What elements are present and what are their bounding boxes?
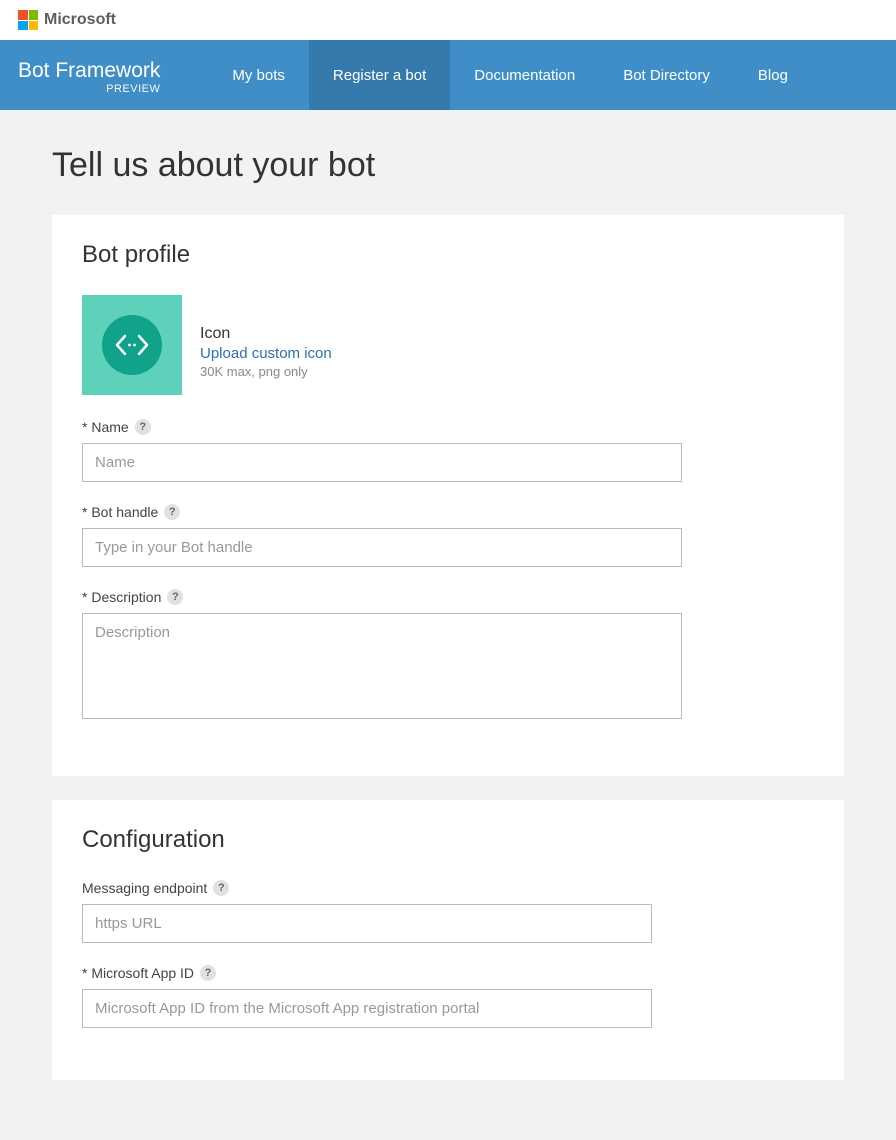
nav-item-blog[interactable]: Blog <box>734 40 812 110</box>
configuration-card: Configuration Messaging endpoint ? * Mic… <box>52 800 844 1080</box>
help-icon[interactable]: ? <box>200 965 216 981</box>
top-header: Microsoft <box>0 0 896 40</box>
icon-hint: 30K max, png only <box>200 364 332 379</box>
microsoft-logo[interactable]: Microsoft <box>18 10 116 30</box>
app-id-label: * Microsoft App ID <box>82 965 194 981</box>
endpoint-label: Messaging endpoint <box>82 880 207 896</box>
icon-label: Icon <box>200 325 332 343</box>
form-group-app-id: * Microsoft App ID ? <box>82 965 814 1028</box>
help-icon[interactable]: ? <box>164 504 180 520</box>
icon-info: Icon Upload custom icon 30K max, png onl… <box>200 295 332 379</box>
name-label: * Name <box>82 419 129 435</box>
nav-brand-subtitle: PREVIEW <box>18 83 160 95</box>
upload-icon-link[interactable]: Upload custom icon <box>200 345 332 362</box>
name-input[interactable] <box>82 443 682 482</box>
page-content: Tell us about your bot Bot profile Icon … <box>0 110 896 1140</box>
form-group-handle: * Bot handle ? <box>82 504 814 567</box>
name-label-row: * Name ? <box>82 419 814 435</box>
microsoft-logo-text: Microsoft <box>44 11 116 29</box>
nav-item-bot-directory[interactable]: Bot Directory <box>599 40 734 110</box>
bot-icon-preview <box>82 295 182 395</box>
nav-item-documentation[interactable]: Documentation <box>450 40 599 110</box>
description-input[interactable] <box>82 613 682 719</box>
form-group-endpoint: Messaging endpoint ? <box>82 880 814 943</box>
microsoft-logo-icon <box>18 10 38 30</box>
description-label-row: * Description ? <box>82 589 814 605</box>
form-group-name: * Name ? <box>82 419 814 482</box>
handle-input[interactable] <box>82 528 682 567</box>
form-group-description: * Description ? <box>82 589 814 724</box>
bot-profile-title: Bot profile <box>82 241 814 269</box>
bot-profile-card: Bot profile Icon Upload custom icon 30K … <box>52 215 844 776</box>
page-title: Tell us about your bot <box>52 146 844 185</box>
nav-item-register[interactable]: Register a bot <box>309 40 450 110</box>
endpoint-label-row: Messaging endpoint ? <box>82 880 814 896</box>
help-icon[interactable]: ? <box>213 880 229 896</box>
help-icon[interactable]: ? <box>167 589 183 605</box>
help-icon[interactable]: ? <box>135 419 151 435</box>
nav-brand[interactable]: Bot Framework PREVIEW <box>0 40 178 110</box>
nav-item-my-bots[interactable]: My bots <box>208 40 309 110</box>
nav-bar: Bot Framework PREVIEW My bots Register a… <box>0 40 896 110</box>
nav-items: My bots Register a bot Documentation Bot… <box>208 40 812 110</box>
icon-upload-row: Icon Upload custom icon 30K max, png onl… <box>82 295 814 395</box>
handle-label-row: * Bot handle ? <box>82 504 814 520</box>
configuration-title: Configuration <box>82 826 814 854</box>
app-id-input[interactable] <box>82 989 652 1028</box>
code-brackets-icon <box>102 315 162 375</box>
endpoint-input[interactable] <box>82 904 652 943</box>
app-id-label-row: * Microsoft App ID ? <box>82 965 814 981</box>
description-label: * Description <box>82 589 161 605</box>
nav-brand-title: Bot Framework <box>18 59 160 82</box>
handle-label: * Bot handle <box>82 504 158 520</box>
